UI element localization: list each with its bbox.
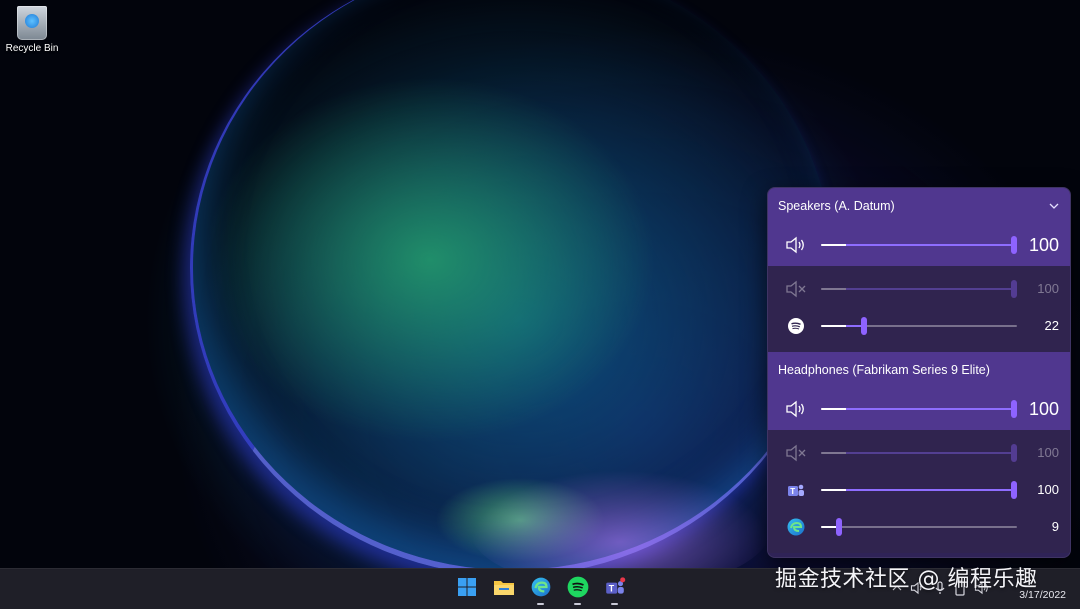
app-row-teams: T 100 bbox=[778, 471, 1060, 508]
device-master-row: 100 bbox=[778, 388, 1060, 430]
teams-icon: T bbox=[604, 576, 626, 602]
running-indicator bbox=[574, 603, 581, 605]
file-explorer-button[interactable] bbox=[485, 571, 522, 607]
slider-fill bbox=[821, 244, 1017, 246]
slider-fill bbox=[821, 287, 1017, 290]
device-header-headphones: Headphones (Fabrikam Series 9 Elite) 100 bbox=[768, 352, 1070, 430]
edge-taskbar-button[interactable] bbox=[522, 571, 559, 607]
app-volume-value: 100 bbox=[1037, 445, 1059, 460]
app-mixer-speakers: 100 22 bbox=[768, 266, 1070, 352]
app-row-system-sounds: 100 bbox=[778, 270, 1060, 307]
app-volume-value: 100 bbox=[1037, 482, 1059, 497]
spotify-icon bbox=[567, 576, 589, 603]
chevron-down-icon[interactable] bbox=[1048, 200, 1060, 212]
device-master-row: 100 bbox=[778, 224, 1060, 266]
volume-value: 100 bbox=[1028, 398, 1059, 419]
teams-taskbar-button[interactable]: T bbox=[596, 571, 633, 607]
app-volume-value: 22 bbox=[1044, 318, 1059, 333]
taskbar-apps: T bbox=[448, 571, 633, 607]
volume-slider[interactable] bbox=[821, 234, 1017, 256]
app-volume-value: 100 bbox=[1037, 281, 1059, 296]
recycle-bin-label: Recycle Bin bbox=[5, 43, 59, 54]
slider-thumb[interactable] bbox=[861, 316, 867, 335]
slider-track bbox=[821, 525, 1017, 528]
slider-thumb[interactable] bbox=[836, 517, 842, 536]
slider-thumb[interactable] bbox=[1011, 279, 1017, 298]
start-button[interactable] bbox=[448, 571, 485, 607]
slider-fill bbox=[821, 324, 864, 327]
running-indicator bbox=[611, 603, 618, 605]
running-indicator bbox=[537, 603, 544, 605]
svg-text:T: T bbox=[790, 487, 795, 496]
file-explorer-icon bbox=[493, 577, 515, 602]
app-volume-slider[interactable] bbox=[821, 479, 1017, 501]
spotify-taskbar-button[interactable] bbox=[559, 571, 596, 607]
slider-thumb[interactable] bbox=[1011, 236, 1017, 254]
app-volume-slider[interactable] bbox=[821, 442, 1017, 464]
app-row-edge: 9 bbox=[778, 508, 1060, 545]
system-sounds-muted-icon[interactable] bbox=[785, 442, 807, 464]
recycle-bin-icon bbox=[17, 6, 47, 40]
volume-value: 100 bbox=[1028, 234, 1059, 255]
slider-thumb[interactable] bbox=[1011, 480, 1017, 499]
edge-icon bbox=[785, 516, 807, 538]
speaker-icon[interactable] bbox=[785, 234, 807, 256]
device-header-speakers: Speakers (A. Datum) 100 bbox=[768, 188, 1070, 266]
start-icon bbox=[457, 577, 477, 602]
watermark-text: 掘金技术社区 @ 编程乐趣 bbox=[775, 567, 1038, 592]
slider-fill bbox=[821, 451, 1017, 454]
app-row-system-sounds: 100 bbox=[778, 434, 1060, 471]
device-title: Speakers (A. Datum) bbox=[778, 199, 895, 213]
volume-mixer-flyout: Speakers (A. Datum) 100 100 22 Headphone… bbox=[767, 187, 1071, 558]
app-volume-slider[interactable] bbox=[821, 516, 1017, 538]
app-mixer-headphones: 100 T 100 9 bbox=[768, 430, 1070, 553]
app-volume-value: 9 bbox=[1051, 519, 1059, 534]
app-volume-slider[interactable] bbox=[821, 315, 1017, 337]
edge-icon bbox=[530, 576, 552, 603]
recycle-bin[interactable]: Recycle Bin bbox=[4, 4, 60, 54]
slider-fill bbox=[821, 488, 1017, 491]
slider-thumb[interactable] bbox=[1011, 400, 1017, 418]
app-row-spotify: 22 bbox=[778, 307, 1060, 344]
speaker-icon[interactable] bbox=[785, 398, 807, 420]
device-title: Headphones (Fabrikam Series 9 Elite) bbox=[778, 363, 990, 377]
app-volume-slider[interactable] bbox=[821, 278, 1017, 300]
slider-thumb[interactable] bbox=[1011, 443, 1017, 462]
system-sounds-muted-icon[interactable] bbox=[785, 278, 807, 300]
spotify-icon bbox=[785, 315, 807, 337]
slider-fill bbox=[821, 408, 1017, 410]
teams-icon: T bbox=[785, 479, 807, 501]
volume-slider[interactable] bbox=[821, 398, 1017, 420]
svg-text:T: T bbox=[608, 583, 614, 593]
